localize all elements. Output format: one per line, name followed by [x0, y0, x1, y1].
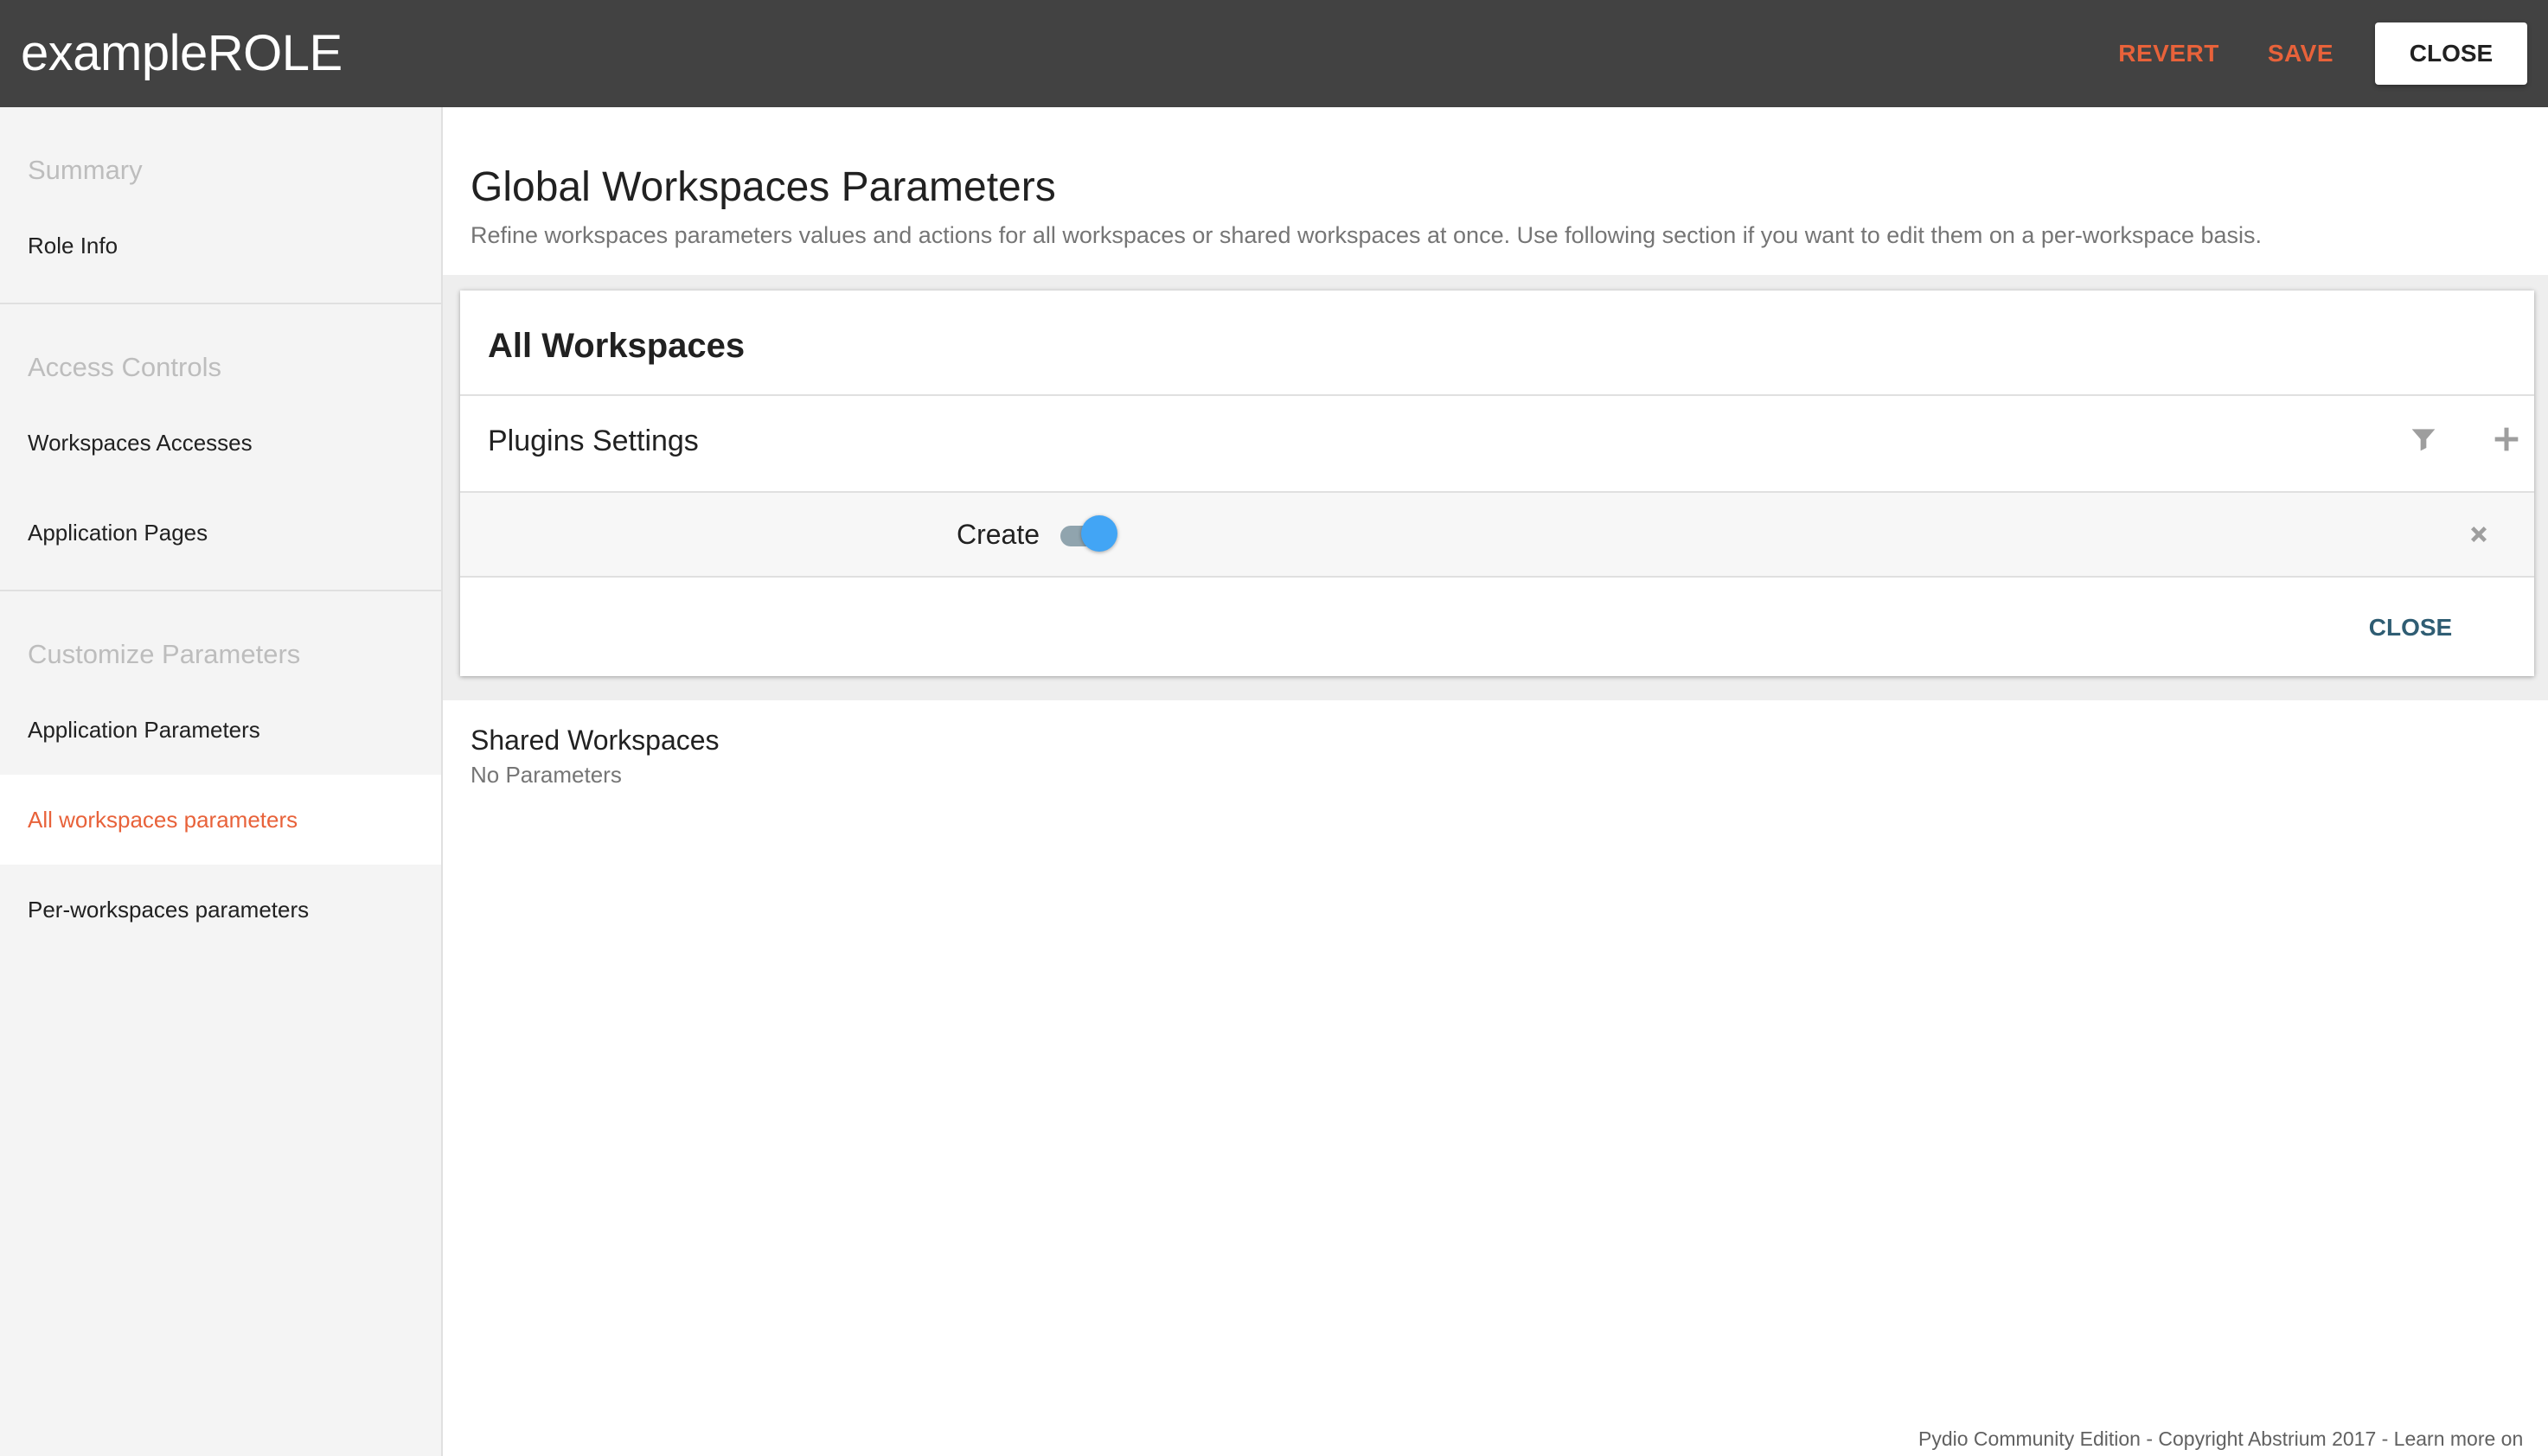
save-button[interactable]: SAVE — [2244, 22, 2358, 85]
parameter-row: Create — [460, 493, 2534, 576]
sidebar-item-per-workspaces-parameters[interactable]: Per-workspaces parameters — [0, 865, 441, 955]
role-title: exampleROLE — [21, 25, 343, 81]
close-button[interactable]: CLOSE — [2375, 22, 2527, 85]
sidebar-item-role-info[interactable]: Role Info — [0, 201, 441, 291]
shared-workspaces-subtitle: No Parameters — [471, 762, 622, 788]
header-actions: REVERT SAVE CLOSE — [2094, 22, 2527, 85]
sidebar-header-summary: Summary — [28, 155, 143, 185]
close-x-icon[interactable] — [2463, 519, 2494, 550]
sidebar-header-access-controls: Access Controls — [28, 352, 221, 382]
create-toggle[interactable] — [1057, 515, 1117, 553]
sidebar: Summary Role Info Access Controls Worksp… — [0, 107, 443, 1456]
sidebar-item-application-parameters[interactable]: Application Parameters — [0, 685, 441, 775]
card-divider — [460, 576, 2534, 578]
plugins-settings-title: Plugins Settings — [488, 425, 699, 457]
shared-workspaces-title: Shared Workspaces — [471, 725, 720, 756]
sidebar-item-all-workspaces-parameters[interactable]: All workspaces parameters — [0, 775, 441, 865]
sidebar-divider — [0, 590, 441, 591]
toggle-thumb — [1081, 515, 1117, 552]
sidebar-item-application-pages[interactable]: Application Pages — [0, 488, 441, 578]
filter-icon[interactable] — [2406, 422, 2441, 457]
all-workspaces-card: All Workspaces Plugins Settings Create C… — [460, 291, 2534, 676]
footer-copyright: Pydio Community Edition - Copyright Abst… — [1918, 1427, 2524, 1450]
parameter-label: Create — [956, 519, 1040, 550]
sidebar-divider — [0, 303, 441, 304]
sidebar-header-customize-parameters: Customize Parameters — [28, 639, 301, 669]
app-header: exampleROLE REVERT SAVE CLOSE — [0, 0, 2548, 107]
card-title: All Workspaces — [488, 327, 746, 365]
main-panel: Global Workspaces Parameters Refine work… — [443, 107, 2548, 1456]
page-title: Global Workspaces Parameters — [471, 164, 1056, 210]
card-close-button[interactable]: CLOSE — [2346, 602, 2475, 654]
sidebar-item-workspaces-accesses[interactable]: Workspaces Accesses — [0, 398, 441, 488]
card-divider — [460, 394, 2534, 396]
page-description: Refine workspaces parameters values and … — [471, 222, 2263, 248]
plus-icon[interactable] — [2489, 422, 2524, 457]
revert-button[interactable]: REVERT — [2094, 22, 2244, 85]
